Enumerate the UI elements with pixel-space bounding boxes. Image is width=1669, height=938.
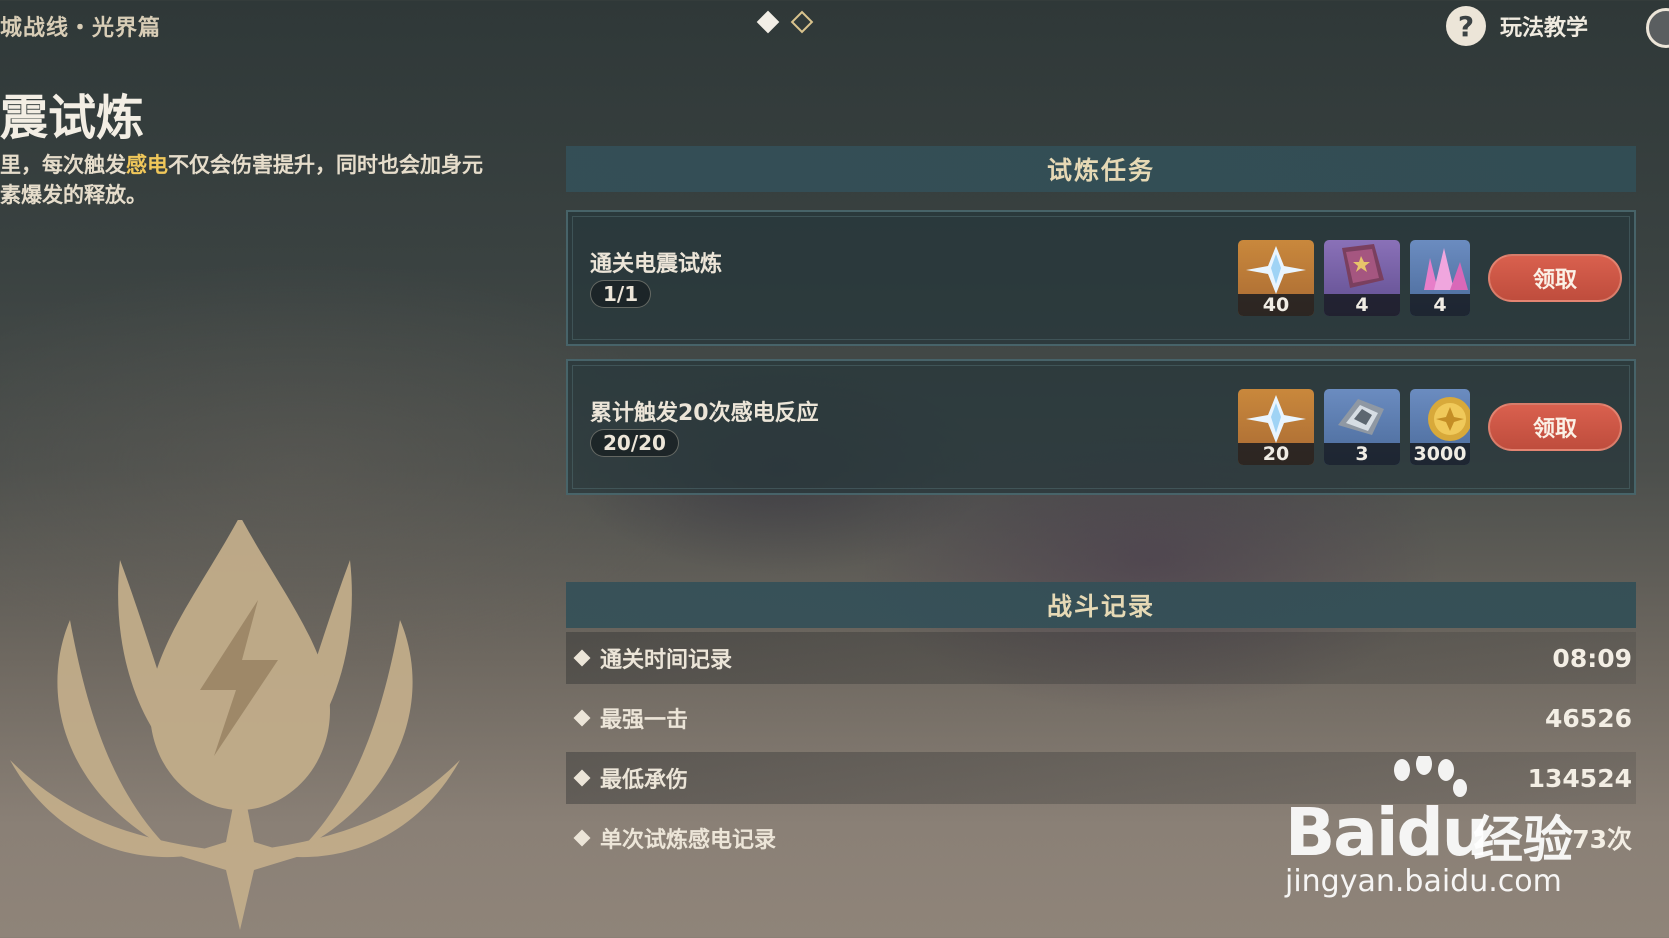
- record-label: 单次试炼感电记录: [600, 828, 777, 853]
- electro-drop-emblem-icon: [10, 520, 460, 930]
- primogem-icon: [1246, 395, 1306, 443]
- page-dot[interactable]: [790, 10, 814, 34]
- watermark-url: jingyan.baidu.com: [1285, 864, 1562, 899]
- page-dot-active[interactable]: [756, 10, 780, 34]
- help-button[interactable]: ? 玩法教学: [1446, 6, 1588, 46]
- claim-button[interactable]: 领取: [1488, 403, 1622, 451]
- watermark-brand: Baidu: [1285, 794, 1489, 871]
- task-row: 通关电震试炼 1/1 40 4 4 领取: [566, 210, 1636, 346]
- trial-description: 里，每次触发感电不仅会伤害提升，同时也会加身元素爆发的释放。: [0, 150, 500, 210]
- reward-quantity: 3: [1324, 443, 1400, 465]
- tasks-section-header: 试炼任务: [566, 146, 1636, 192]
- trial-desc-part1: 里，每次触发: [0, 153, 126, 177]
- task-row: 累计触发20次感电反应 20/20 20 3 3000 领取: [566, 359, 1636, 495]
- crystal-ore-icon: [1424, 248, 1468, 290]
- diamond-bullet-icon: [573, 709, 591, 727]
- reward-item[interactable]: 4: [1324, 240, 1400, 316]
- record-row: 通关时间记录 08:09: [566, 632, 1636, 684]
- reward-item[interactable]: 40: [1238, 240, 1314, 316]
- records-section-header: 战斗记录: [566, 582, 1636, 628]
- task-title: 通关电震试炼: [590, 252, 723, 277]
- record-row: 最强一击 46526: [566, 692, 1636, 744]
- reward-quantity: 40: [1238, 294, 1314, 316]
- close-button[interactable]: [1646, 8, 1669, 48]
- mystic-enhancement-ore-icon: [1338, 399, 1384, 435]
- diamond-bullet-icon: [573, 829, 591, 847]
- reward-item[interactable]: 3000: [1410, 389, 1470, 465]
- diamond-bullet-icon: [573, 769, 591, 787]
- reward-quantity: 4: [1410, 294, 1470, 316]
- record-label: 最强一击: [600, 708, 689, 733]
- task-progress-badge: 20/20: [590, 429, 679, 457]
- primogem-icon: [1246, 246, 1306, 294]
- record-label: 通关时间记录: [600, 648, 733, 673]
- reward-quantity: 3000: [1410, 443, 1470, 465]
- page-indicator: [756, 10, 814, 34]
- trial-desc-highlight: 感电: [126, 153, 168, 177]
- claim-button[interactable]: 领取: [1488, 254, 1622, 302]
- question-icon: ?: [1446, 6, 1486, 46]
- mora-coin-icon: [1428, 397, 1470, 441]
- reward-item[interactable]: 4: [1410, 240, 1470, 316]
- heros-wit-book-icon: [1342, 244, 1384, 288]
- reward-quantity: 4: [1324, 294, 1400, 316]
- reward-quantity: 20: [1238, 443, 1314, 465]
- trial-name: 震试炼: [0, 90, 145, 146]
- reward-item[interactable]: 20: [1238, 389, 1314, 465]
- record-value: 08:09: [1552, 643, 1632, 673]
- task-title: 累计触发20次感电反应: [590, 401, 819, 426]
- watermark-brand-cn: 经验: [1473, 811, 1573, 869]
- diamond-bullet-icon: [573, 649, 591, 667]
- baidu-jingyan-watermark: Baidu 经验 jingyan.baidu.com: [1285, 756, 1585, 910]
- record-value: 46526: [1545, 703, 1632, 733]
- help-label: 玩法教学: [1500, 16, 1589, 41]
- reward-item[interactable]: 3: [1324, 389, 1400, 465]
- task-progress-badge: 1/1: [590, 280, 652, 308]
- record-label: 最低承伤: [600, 768, 689, 793]
- event-title: 城战线・光界篇: [0, 16, 162, 41]
